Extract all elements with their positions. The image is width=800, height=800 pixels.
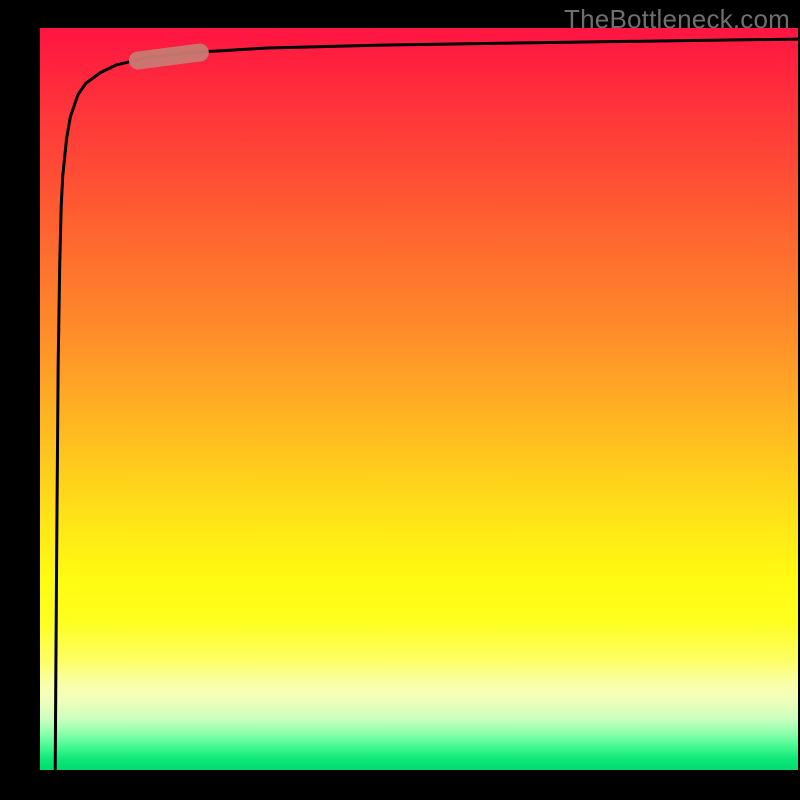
chart-stage: TheBottleneck.com [0, 0, 800, 800]
watermark-text: TheBottleneck.com [564, 4, 790, 35]
x-axis-bar [0, 770, 800, 800]
y-axis-bar [0, 0, 40, 800]
plot-area [40, 28, 798, 770]
